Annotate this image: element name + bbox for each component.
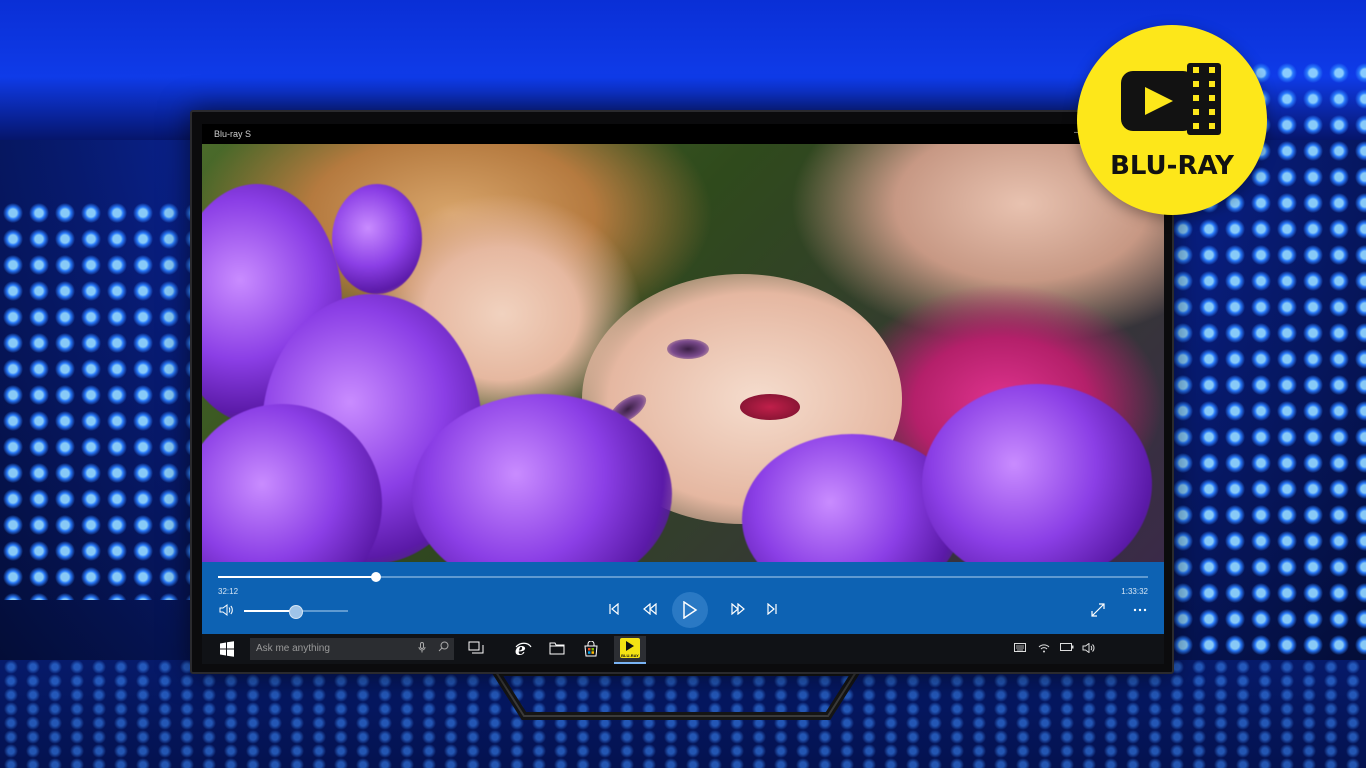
video-subject-lips (740, 394, 800, 420)
bluray-app-taskbar-button[interactable]: BLU-RAY (614, 636, 646, 664)
taskbar: Ask me anything e BLU-RAY (202, 634, 1164, 664)
tv-stand (489, 670, 863, 720)
window-title: Blu-ray S (214, 129, 252, 139)
seek-bar-progress (218, 576, 377, 578)
file-explorer-icon[interactable] (548, 641, 566, 659)
more-icon[interactable] (1132, 601, 1148, 615)
edge-browser-icon[interactable]: e (514, 640, 532, 661)
lavender-flower (922, 384, 1152, 562)
led-wall-left (0, 200, 195, 600)
search-box[interactable]: Ask me anything (250, 638, 454, 660)
bluray-logo-badge: BLU-RAY (1077, 25, 1267, 215)
store-icon[interactable] (582, 640, 600, 661)
video-frame[interactable] (202, 144, 1164, 562)
seek-bar[interactable] (218, 572, 1148, 582)
battery-icon[interactable] (1060, 643, 1074, 654)
lavender-flower (332, 184, 422, 294)
search-icon[interactable] (438, 641, 449, 655)
video-subject-eye-left (667, 339, 709, 359)
keyboard-icon[interactable] (1014, 643, 1026, 655)
skip-next-icon[interactable] (764, 602, 780, 618)
bluray-logo-text: BLU-RAY (1110, 151, 1234, 181)
speaker-icon[interactable] (218, 604, 234, 619)
seek-bar-thumb[interactable] (371, 572, 382, 582)
title-bar: Blu-ray S — (202, 124, 1164, 144)
app-window: Blu-ray S — 32:12 1:33:32 (202, 124, 1164, 664)
fullscreen-icon[interactable] (1090, 603, 1106, 620)
rewind-icon[interactable] (642, 602, 658, 618)
skip-previous-icon[interactable] (606, 602, 622, 618)
tv-frame: Blu-ray S — 32:12 1:33:32 (190, 110, 1174, 674)
wifi-icon[interactable] (1038, 643, 1050, 656)
volume-slider-thumb[interactable] (289, 605, 303, 619)
current-time: 32:12 (218, 587, 239, 596)
microphone-icon[interactable] (418, 642, 426, 656)
player-controls: 32:12 1:33:32 (202, 562, 1164, 634)
volume-slider[interactable] (244, 605, 348, 619)
task-view-icon[interactable] (468, 641, 484, 659)
play-icon[interactable] (672, 592, 708, 628)
bluray-app-icon: BLU-RAY (620, 638, 640, 658)
film-camera-play-icon (1121, 63, 1221, 135)
volume-tray-icon[interactable] (1082, 642, 1095, 656)
bluray-app-icon-label: BLU-RAY (621, 653, 639, 658)
total-time: 1:33:32 (1121, 587, 1148, 596)
windows-start-icon[interactable] (218, 641, 236, 661)
fast-forward-icon[interactable] (730, 602, 746, 618)
search-placeholder: Ask me anything (256, 643, 330, 654)
